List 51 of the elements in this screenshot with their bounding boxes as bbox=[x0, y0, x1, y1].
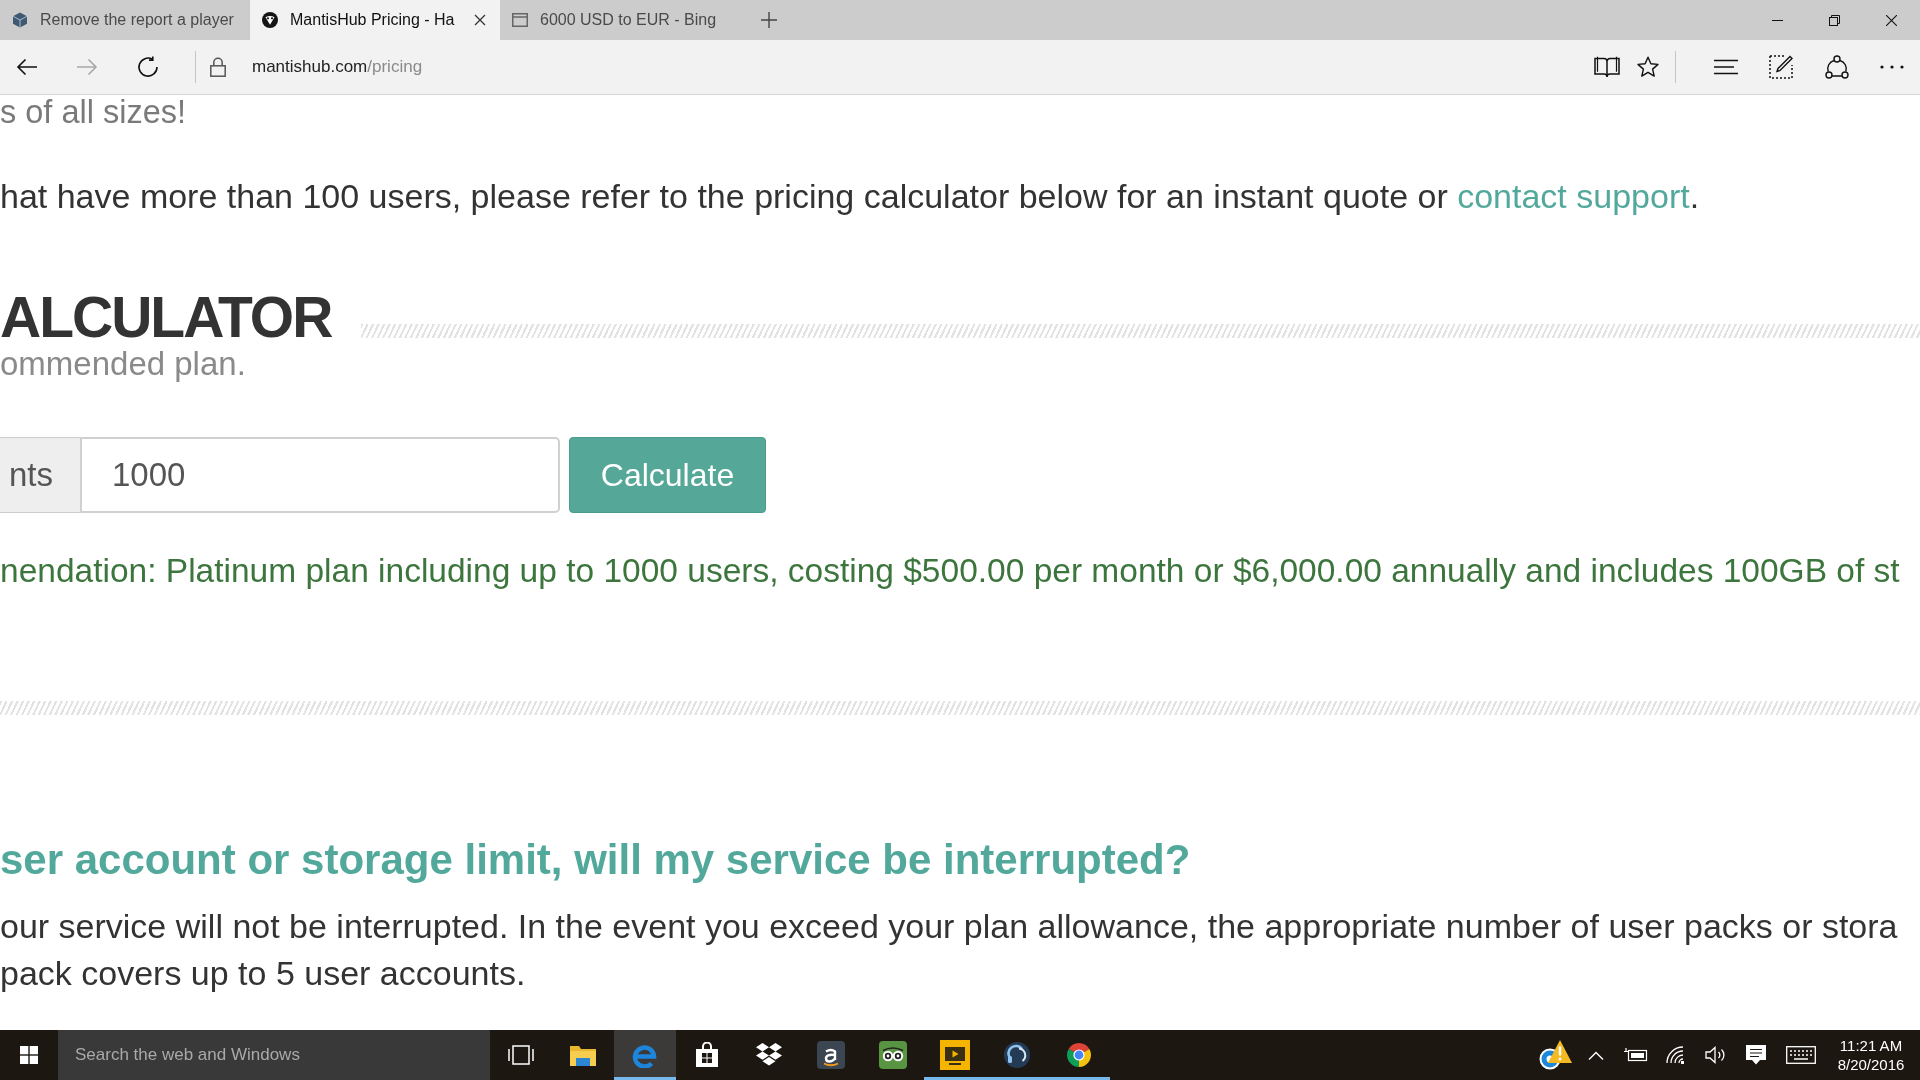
message-icon[interactable] bbox=[1746, 1045, 1766, 1065]
search-field[interactable]: Search the web and Windows bbox=[58, 1030, 490, 1080]
round-logo-icon bbox=[262, 12, 278, 28]
browser-tab[interactable]: MantisHub Pricing - Ha bbox=[250, 0, 500, 40]
owl-icon[interactable] bbox=[879, 1041, 907, 1069]
pricing-note: hat have more than 100 users, please refer to the pricing calculator below for an instant quote or contact support. bbox=[0, 176, 1700, 216]
diamonds-icon[interactable] bbox=[755, 1042, 783, 1068]
refresh-icon[interactable] bbox=[137, 56, 159, 78]
lines-icon[interactable] bbox=[1714, 59, 1738, 75]
cube-icon bbox=[12, 12, 28, 28]
keyboard-icon[interactable] bbox=[1786, 1046, 1816, 1064]
start-icon[interactable] bbox=[20, 1046, 38, 1064]
close-icon[interactable] bbox=[1886, 14, 1897, 26]
input-field[interactable]: 1000 bbox=[80, 437, 560, 513]
intro-text: s of all sizes! bbox=[0, 95, 187, 129]
more-icon[interactable] bbox=[1880, 65, 1904, 69]
browser-tab[interactable]: 6000 USD to EUR - Bing bbox=[500, 0, 750, 40]
play-tile-icon[interactable] bbox=[940, 1040, 970, 1070]
recommendation-text: nendation: Platinum plan including up to 1000 users, costing $500.00 per month or $6,000.00 annually and includes 100GB of st bbox=[0, 551, 1900, 591]
calculator-subtitle: ommended plan. bbox=[0, 347, 246, 381]
folder-icon[interactable] bbox=[569, 1043, 597, 1067]
circle-logo-icon[interactable] bbox=[1066, 1042, 1092, 1068]
clock-date: 8/20/2016 bbox=[1837, 1055, 1905, 1074]
faq-question: ser account or storage limit, will my service be interrupted? bbox=[0, 837, 1191, 883]
plus-icon[interactable] bbox=[761, 12, 777, 28]
address-field[interactable]: mantishub.com/pricing bbox=[252, 57, 423, 77]
pen-square-icon[interactable] bbox=[1769, 55, 1793, 79]
faq-answer-line: our service will not be interrupted. In the event you exceed your plan allowance, the appropriate number of user packs or stora bbox=[0, 906, 1898, 947]
star-icon[interactable] bbox=[1637, 56, 1659, 78]
letter-tile-icon[interactable] bbox=[817, 1041, 845, 1069]
book-icon[interactable] bbox=[1594, 56, 1620, 78]
chevron-up-icon[interactable] bbox=[1588, 1050, 1604, 1060]
faq-answer-line: pack covers up to 5 user accounts. bbox=[0, 953, 526, 994]
task-view-icon[interactable] bbox=[508, 1045, 534, 1065]
battery-icon[interactable] bbox=[1624, 1048, 1648, 1062]
restore-icon[interactable] bbox=[1829, 14, 1840, 26]
headset-icon[interactable] bbox=[1003, 1041, 1031, 1069]
input-label: nts bbox=[0, 437, 80, 513]
e-logo-icon[interactable] bbox=[632, 1042, 658, 1068]
clock-time: 11:21 AM bbox=[1839, 1036, 1903, 1055]
page-icon bbox=[512, 13, 528, 27]
close-icon[interactable] bbox=[474, 14, 486, 26]
lock-icon bbox=[210, 57, 226, 77]
wifi-icon[interactable] bbox=[1666, 1046, 1686, 1064]
share-icon[interactable] bbox=[1825, 55, 1849, 79]
shopping-bag-icon[interactable] bbox=[695, 1042, 719, 1068]
back-arrow-icon[interactable] bbox=[16, 58, 38, 76]
calculator-heading: ALCULATOR bbox=[0, 287, 332, 347]
browser-tab[interactable]: Remove the report a player bbox=[0, 0, 250, 40]
warning-icon[interactable] bbox=[1539, 1039, 1573, 1071]
speaker-icon[interactable] bbox=[1705, 1046, 1727, 1064]
